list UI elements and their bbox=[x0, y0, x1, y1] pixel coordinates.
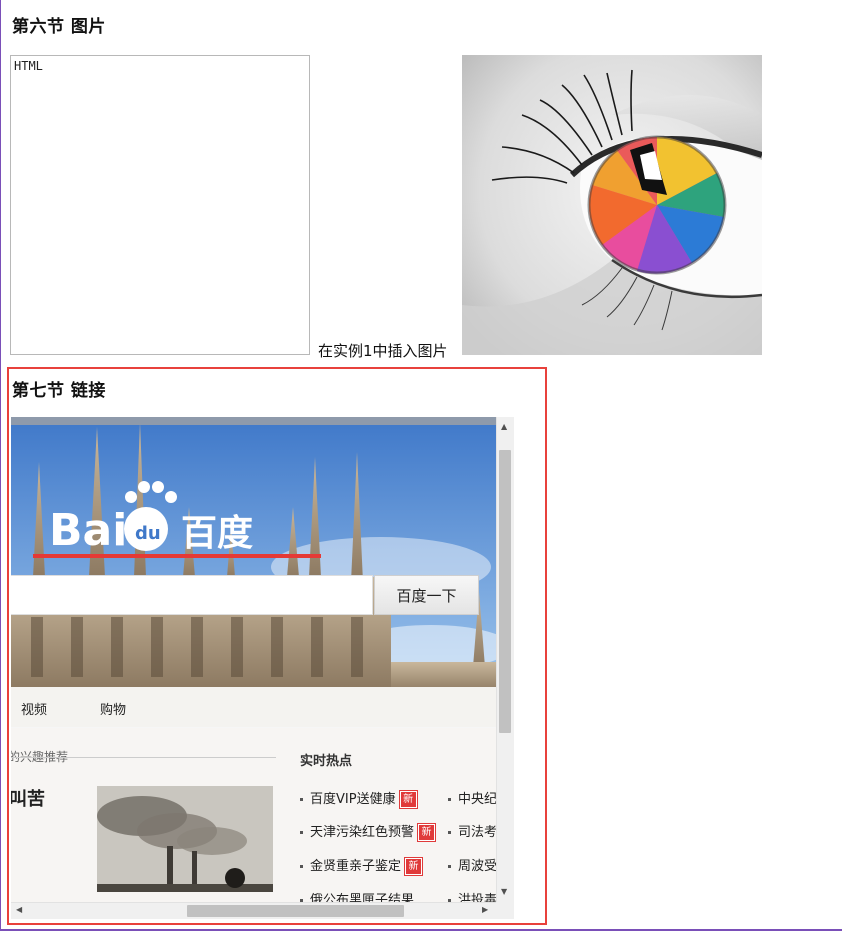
hot-item-text: 金贤重亲子鉴定 bbox=[310, 859, 402, 874]
hot-item-right[interactable]: 司法考 bbox=[448, 821, 497, 840]
broken-image-alt-text: HTML bbox=[14, 59, 43, 73]
broken-image: HTML bbox=[10, 55, 310, 355]
vertical-scrollbar[interactable]: ▲ ▼ bbox=[496, 417, 514, 902]
scrollbar-corner bbox=[496, 902, 514, 919]
scroll-up-arrow-icon[interactable]: ▲ bbox=[501, 422, 507, 431]
section-6-heading: 第六节 图片 bbox=[12, 17, 106, 37]
embedded-baidu-frame[interactable]: Bai du 百度 百度一下 视频 购物 的兴趣推荐 实时热点 叫苦 百度VIP… bbox=[11, 417, 514, 919]
baidu-search-button[interactable]: 百度一下 bbox=[374, 575, 479, 615]
new-badge: 新 bbox=[399, 791, 417, 808]
hot-item-right-text: 司法考 bbox=[458, 825, 498, 840]
image-caption: 在实例1中插入图片 bbox=[318, 342, 448, 360]
colorful-eye-image bbox=[462, 55, 762, 355]
smokestack-news-image[interactable] bbox=[97, 786, 273, 892]
window-border-left bbox=[0, 0, 1, 931]
nav-item-shopping[interactable]: 购物 bbox=[100, 699, 126, 718]
hot-item-right-text: 中央纪 bbox=[458, 792, 498, 807]
section-7-heading: 第七节 链接 bbox=[12, 381, 106, 401]
baidu-search-input[interactable] bbox=[11, 575, 373, 615]
hot-item[interactable]: 金贤重亲子鉴定新 bbox=[300, 855, 423, 875]
scroll-right-arrow-icon[interactable]: ▶ bbox=[482, 905, 488, 914]
hot-item-right-text: 周波受 bbox=[458, 859, 498, 874]
recommend-divider bbox=[11, 757, 276, 758]
frame-top-strip bbox=[11, 417, 496, 425]
hot-item-right[interactable]: 中央纪 bbox=[448, 788, 497, 807]
scroll-down-arrow-icon[interactable]: ▼ bbox=[501, 887, 507, 896]
scroll-left-arrow-icon[interactable]: ◀ bbox=[16, 905, 22, 914]
hot-item[interactable]: 天津污染红色预警新 bbox=[300, 821, 436, 841]
hot-item-right[interactable]: 周波受 bbox=[448, 855, 497, 874]
new-badge: 新 bbox=[418, 824, 436, 841]
baidu-nav-bar: 视频 购物 bbox=[11, 687, 496, 728]
hot-item[interactable]: 百度VIP送健康新 bbox=[300, 788, 417, 808]
svg-text:百度: 百度 bbox=[181, 513, 253, 554]
svg-text:du: du bbox=[135, 523, 161, 544]
news-title[interactable]: 叫苦 bbox=[11, 785, 45, 811]
hot-topics-title: 实时热点 bbox=[300, 754, 353, 769]
horizontal-scroll-thumb[interactable] bbox=[187, 905, 404, 917]
nav-item-video[interactable]: 视频 bbox=[21, 699, 47, 718]
horizontal-scrollbar[interactable]: ◀ ▶ bbox=[11, 902, 496, 919]
new-badge: 新 bbox=[405, 858, 423, 875]
hot-item-text: 天津污染红色预警 bbox=[310, 825, 415, 840]
vertical-scroll-thumb[interactable] bbox=[499, 450, 511, 733]
svg-text:Bai: Bai bbox=[49, 505, 127, 556]
hot-item-text: 百度VIP送健康 bbox=[310, 792, 396, 807]
